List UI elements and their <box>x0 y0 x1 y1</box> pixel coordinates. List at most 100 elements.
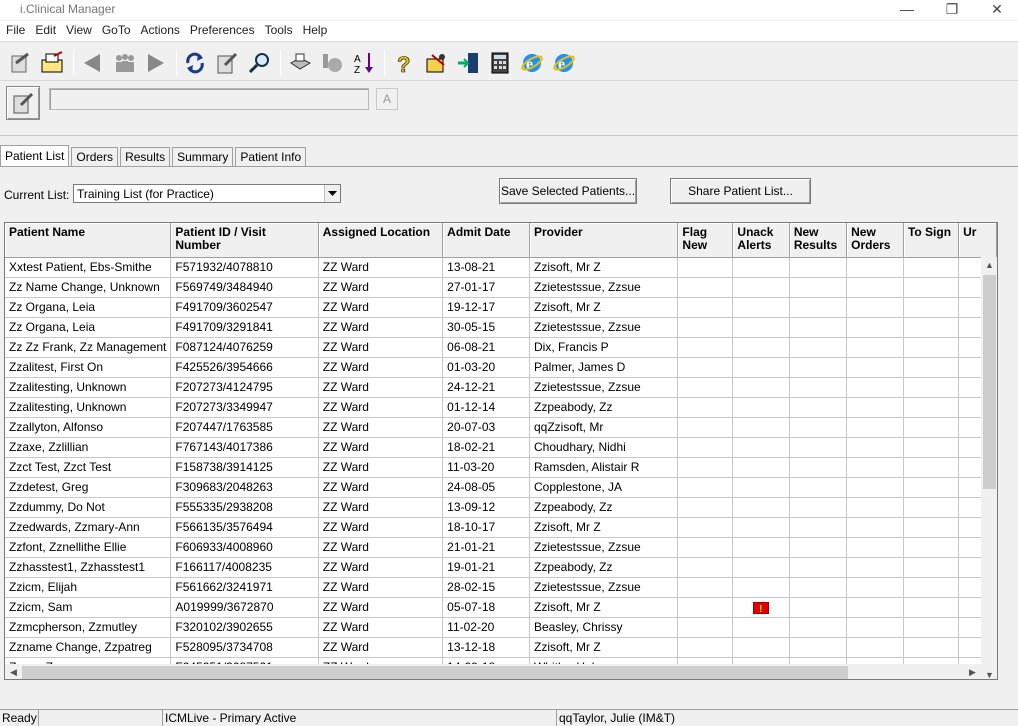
tab-orders[interactable]: Orders <box>71 147 119 167</box>
printer-icon[interactable] <box>286 49 314 77</box>
column-header[interactable]: Provider <box>529 223 679 258</box>
column-header[interactable]: New Orders <box>846 223 904 258</box>
table-row[interactable]: Zzct Test, Zzct Test F158738/3914125 ZZ Wa… <box>5 457 997 478</box>
print-list-icon[interactable] <box>38 49 66 77</box>
table-row[interactable]: Zzicm, Elijah F561662/3241971 ZZ Ward 28-02… <box>5 577 997 598</box>
scroll-right-icon[interactable]: ▶ <box>964 664 981 679</box>
table-cell: Zz Organa, Leia <box>5 317 172 338</box>
table-row[interactable]: Zzdummy, Do Not F555335/2938208 ZZ Ward 13-… <box>5 497 997 518</box>
table-cell: 27-01-17 <box>442 277 530 298</box>
horizontal-scroll-thumb[interactable] <box>22 666 848 679</box>
table-cell: Zz Zz Frank, Zz Management <box>5 337 172 358</box>
table-cell: A019999/3672870 <box>170 597 319 618</box>
close-button[interactable]: ✕ <box>974 0 1018 20</box>
table-row[interactable]: Zzfont, Zznellithe Ellie F606933/4008960 Z… <box>5 537 997 558</box>
save-selected-patients-button[interactable]: Save Selected Patients... <box>499 178 637 204</box>
table-cell: F566135/3576494 <box>170 517 319 538</box>
patient-search-field[interactable] <box>49 88 369 110</box>
table-cell: Zzietestssue, Zzsue <box>529 277 679 298</box>
exit-icon[interactable] <box>454 49 482 77</box>
menu-edit[interactable]: Edit <box>31 21 62 41</box>
a-button[interactable]: A <box>376 88 398 110</box>
table-cell: ZZ Ward <box>318 357 444 378</box>
table-cell: ZZ Ward <box>318 317 444 338</box>
table-row[interactable]: Zzaxe, Zzlillian F767143/4017386 ZZ Ward 18… <box>5 437 997 458</box>
menu-help[interactable]: Help <box>299 21 334 41</box>
sort-icon[interactable]: AZ <box>350 49 378 77</box>
clipboard-icon[interactable] <box>213 49 241 77</box>
menu-preferences[interactable]: Preferences <box>186 21 261 41</box>
table-cell <box>903 257 960 278</box>
table-row[interactable]: Zzalitest, First On F425526/3954666 ZZ War… <box>5 357 997 378</box>
table-cell <box>677 317 734 338</box>
table-row[interactable]: Zzalitesting, Unknown F207273/4124795 ZZ W… <box>5 377 997 398</box>
vertical-scroll-thumb[interactable] <box>983 275 996 489</box>
forward-icon[interactable] <box>142 49 170 77</box>
column-header[interactable]: To Sign <box>903 223 960 258</box>
help-icon[interactable]: ? <box>390 49 418 77</box>
table-cell <box>677 637 734 658</box>
column-header[interactable]: Flag New <box>677 223 734 258</box>
table-row[interactable]: Zz Zz Frank, Zz Management F087124/407625… <box>5 337 997 358</box>
scroll-left-icon[interactable]: ◀ <box>5 664 22 679</box>
alert-flag-icon[interactable]: ! <box>752 601 770 615</box>
column-header[interactable]: New Results <box>789 223 848 258</box>
menu-goto[interactable]: GoTo <box>98 21 137 41</box>
share-patient-list-button[interactable]: Share Patient List... <box>670 178 811 204</box>
menu-file[interactable]: File <box>2 21 31 41</box>
column-header[interactable]: Unack Alerts <box>732 223 790 258</box>
menu-actions[interactable]: Actions <box>137 21 186 41</box>
table-cell <box>789 637 848 658</box>
column-header[interactable]: Assigned Location <box>318 223 444 258</box>
ie-icon[interactable]: e <box>518 49 546 77</box>
status-system: ICMLive - Primary Active <box>162 709 556 726</box>
chevron-down-icon[interactable] <box>324 185 340 202</box>
calculator-icon[interactable] <box>486 49 514 77</box>
table-row[interactable]: Zzallyton, Alfonso F207447/1763585 ZZ Ward… <box>5 417 997 438</box>
search-icon[interactable] <box>245 49 273 77</box>
ie-icon-2[interactable]: e <box>550 49 578 77</box>
tab-results[interactable]: Results <box>120 147 171 167</box>
table-cell <box>846 257 904 278</box>
table-cell <box>903 597 960 618</box>
maximize-button[interactable]: ❐ <box>929 0 975 20</box>
column-header[interactable]: Patient ID / Visit Number <box>170 223 319 258</box>
table-row[interactable]: Zzdetest, Greg F309683/2048263 ZZ Ward 24-0… <box>5 477 997 498</box>
column-header[interactable]: Ur <box>958 223 997 258</box>
patient-icon[interactable] <box>6 49 34 77</box>
column-header[interactable]: Patient Name <box>5 223 172 258</box>
table-cell: Zzalitesting, Unknown <box>5 397 172 418</box>
table-row[interactable]: Zz Organa, Leia F491709/3602547 ZZ Ward 19-… <box>5 297 997 318</box>
patient-list-grid: Patient Name Patient ID / Visit Number Ass… <box>4 222 998 680</box>
patient-search-button[interactable] <box>6 86 40 120</box>
refresh-icon[interactable] <box>181 49 209 77</box>
people-icon[interactable] <box>110 49 138 77</box>
table-row[interactable]: Zz Name Change, Unknown F569749/3484940 ZZ… <box>5 277 997 298</box>
tab-patient-info[interactable]: Patient Info <box>235 147 307 167</box>
scroll-down-icon[interactable]: ▼ <box>981 667 997 679</box>
table-row[interactable]: Zzhasstest1, Zzhasstest1 F166117/4008235 Z… <box>5 557 997 578</box>
menu-tools[interactable]: Tools <box>261 21 299 41</box>
column-header[interactable]: Admit Date <box>442 223 530 258</box>
table-row[interactable]: Xxtest Patient, Ebs-Smithe F571932/407881… <box>5 257 997 278</box>
table-row[interactable]: Zzalitesting, Unknown F207273/3349947 ZZ W… <box>5 397 997 418</box>
tab-patient-list[interactable]: Patient List <box>0 145 70 167</box>
minimize-button[interactable]: — <box>884 0 930 20</box>
vertical-scrollbar[interactable]: ▲ ▼ <box>981 257 997 679</box>
scroll-up-icon[interactable]: ▲ <box>981 257 997 274</box>
capture-icon[interactable] <box>318 49 346 77</box>
back-icon[interactable] <box>78 49 106 77</box>
table-row[interactable]: Zzmcpherson, Zzmutley F320102/3902655 ZZ W… <box>5 617 997 638</box>
table-row[interactable]: Zzicm, Sam A019999/3672870 ZZ Ward 05-07-18… <box>5 597 997 618</box>
horizontal-scrollbar[interactable]: ◀ ▶ <box>5 664 981 679</box>
settings-icon[interactable] <box>422 49 450 77</box>
table-cell <box>677 557 734 578</box>
table-cell: ZZ Ward <box>318 597 444 618</box>
menu-view[interactable]: View <box>62 21 98 41</box>
current-list-select[interactable]: Training List (for Practice) <box>73 184 341 203</box>
tab-summary[interactable]: Summary <box>172 147 234 167</box>
table-row[interactable]: Zz Organa, Leia F491709/3291841 ZZ Ward 30-… <box>5 317 997 338</box>
table-row[interactable]: Zzname Change, Zzpatreg F528095/3734708 ZZ… <box>5 637 997 658</box>
table-cell: F571932/4078810 <box>170 257 319 278</box>
table-row[interactable]: Zzedwards, Zzmary-Ann F566135/3576494 ZZ W… <box>5 517 997 538</box>
